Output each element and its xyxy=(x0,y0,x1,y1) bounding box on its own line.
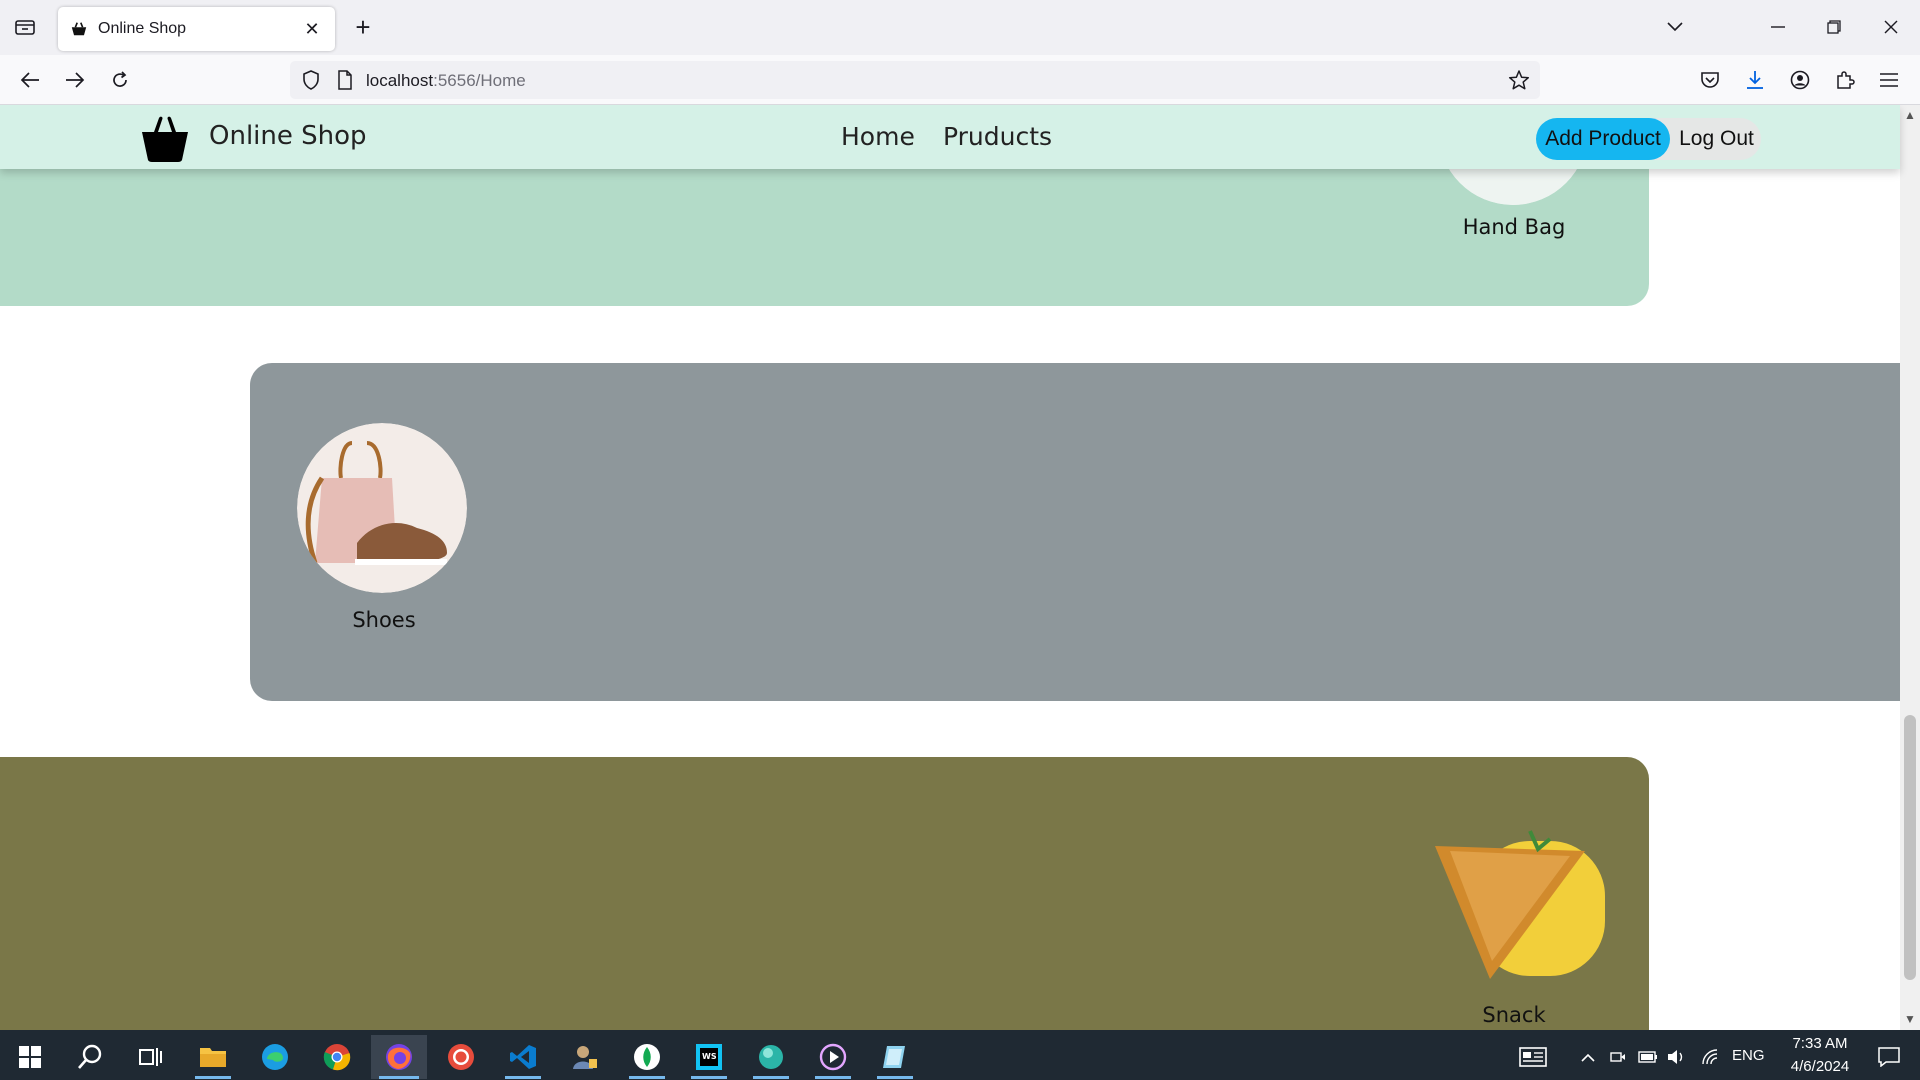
log-out-button[interactable]: Log Out xyxy=(1672,118,1761,160)
tray-chevron-up-icon[interactable] xyxy=(1575,1035,1601,1079)
close-tab-icon[interactable]: ✕ xyxy=(301,18,323,40)
nav-link-home[interactable]: Home xyxy=(841,122,915,151)
input-language[interactable]: ENG xyxy=(1732,1047,1765,1064)
site-logo-text[interactable]: Online Shop xyxy=(209,121,367,151)
clock-date[interactable]: 4/6/2024 xyxy=(1780,1058,1860,1075)
battery-icon[interactable] xyxy=(1635,1035,1661,1079)
page-info-icon[interactable] xyxy=(332,67,358,93)
forward-icon[interactable] xyxy=(60,65,90,95)
reload-icon[interactable] xyxy=(105,65,135,95)
url-text[interactable]: localhost:5656/Home xyxy=(366,71,526,91)
shield-icon[interactable] xyxy=(298,67,324,93)
extensions-icon[interactable] xyxy=(1830,65,1860,95)
shopping-basket-icon[interactable] xyxy=(140,114,190,162)
category-label-snack[interactable]: Snack xyxy=(1414,1003,1614,1027)
list-all-tabs-icon[interactable] xyxy=(12,14,38,40)
scroll-up-arrow-icon[interactable]: ▲ xyxy=(1904,108,1916,122)
snack-image[interactable] xyxy=(1430,821,1605,996)
close-window-icon[interactable] xyxy=(1876,12,1906,42)
wifi-icon[interactable] xyxy=(1697,1035,1723,1079)
clock-time[interactable]: 7:33 AM xyxy=(1784,1035,1856,1052)
tab-title: Online Shop xyxy=(98,20,187,37)
bookmark-star-icon[interactable] xyxy=(1506,67,1532,93)
address-bar[interactable]: localhost:5656/Home xyxy=(290,61,1540,99)
account-icon[interactable] xyxy=(1785,65,1815,95)
chrome-browser-icon[interactable] xyxy=(309,1035,365,1079)
notifications-icon[interactable] xyxy=(1864,1035,1914,1079)
category-label-handbag[interactable]: Hand Bag xyxy=(1414,215,1614,239)
category-band-snack xyxy=(0,757,1649,1030)
notes-app-icon[interactable] xyxy=(867,1035,923,1079)
url-path: :5656/Home xyxy=(433,71,526,90)
tab-overflow-chevron-icon[interactable] xyxy=(1660,12,1690,42)
browser-toolbar: localhost:5656/Home xyxy=(0,55,1920,105)
page-scrollbar[interactable]: ▲ ▼ xyxy=(1900,105,1920,1030)
user-app-icon[interactable] xyxy=(557,1035,613,1079)
search-icon[interactable] xyxy=(62,1035,118,1079)
scrollbar-thumb[interactable] xyxy=(1904,715,1916,980)
browser-tab[interactable]: Online Shop ✕ xyxy=(58,7,335,51)
basket-favicon-icon xyxy=(71,22,87,36)
back-icon[interactable] xyxy=(15,65,45,95)
menu-hamburger-icon[interactable] xyxy=(1874,65,1904,95)
browser-tab-bar: Online Shop ✕ + xyxy=(0,0,1920,55)
site-header: Online Shop Home Pruducts Add Product Lo… xyxy=(0,105,1900,169)
category-band-shoes xyxy=(250,363,1920,701)
volume-icon[interactable] xyxy=(1663,1035,1689,1079)
record-app-icon[interactable] xyxy=(433,1035,489,1079)
media-player-icon[interactable] xyxy=(805,1035,861,1079)
downloads-icon[interactable] xyxy=(1740,65,1770,95)
header-button-group: Add Product Log Out xyxy=(1536,118,1761,160)
url-host: localhost xyxy=(366,71,434,90)
add-product-button[interactable]: Add Product xyxy=(1536,118,1670,160)
teal-app-icon[interactable] xyxy=(743,1035,799,1079)
minimize-icon[interactable] xyxy=(1763,12,1793,42)
shoes-image[interactable] xyxy=(297,423,467,593)
page-viewport: Hand Bag Shoes Snack Online Shop Home Pr… xyxy=(0,105,1920,1030)
scroll-down-arrow-icon[interactable]: ▼ xyxy=(1904,1012,1916,1026)
svg-text:WS: WS xyxy=(702,1052,717,1061)
mongodb-compass-icon[interactable] xyxy=(619,1035,675,1079)
restore-icon[interactable] xyxy=(1819,12,1849,42)
new-tab-icon[interactable]: + xyxy=(348,12,378,42)
task-view-icon[interactable] xyxy=(122,1035,178,1079)
webstorm-icon[interactable]: WS xyxy=(681,1035,737,1079)
windows-start-icon[interactable] xyxy=(2,1035,58,1079)
nav-link-products[interactable]: Pruducts xyxy=(943,122,1052,151)
pocket-icon[interactable] xyxy=(1695,65,1725,95)
meet-now-icon[interactable] xyxy=(1605,1035,1631,1079)
file-explorer-icon[interactable] xyxy=(185,1035,241,1079)
windows-taskbar: WS ENG 7:33 AM 4/6/2024 xyxy=(0,1030,1920,1080)
firefox-browser-icon[interactable] xyxy=(371,1035,427,1079)
edge-browser-icon[interactable] xyxy=(247,1035,303,1079)
category-label-shoes[interactable]: Shoes xyxy=(284,608,484,632)
news-widget-icon[interactable] xyxy=(1508,1035,1558,1079)
vscode-icon[interactable] xyxy=(495,1035,551,1079)
